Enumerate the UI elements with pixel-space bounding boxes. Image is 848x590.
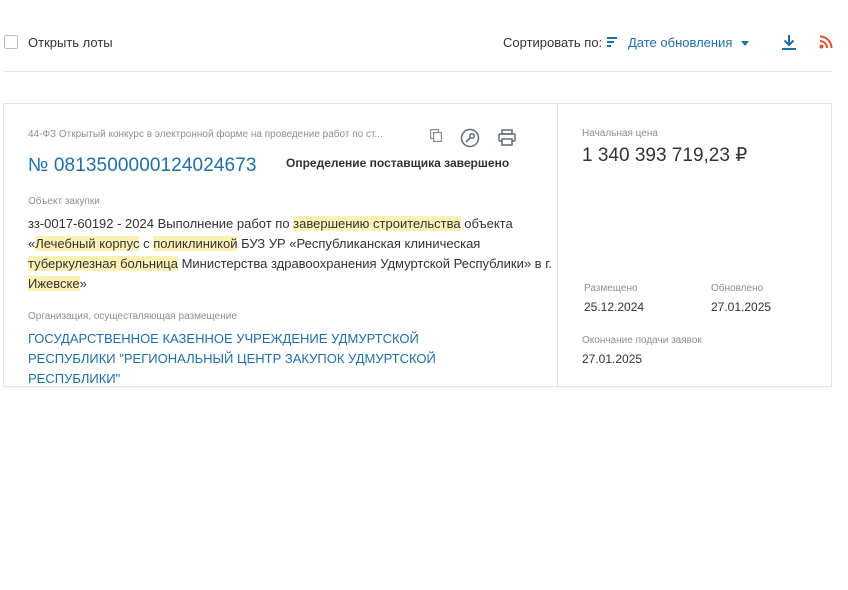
sort-label: Сортировать по:: [503, 35, 603, 50]
open-lots-checkbox[interactable]: [4, 35, 18, 49]
deadline-label: Окончание подачи заявок: [582, 335, 702, 346]
search-highlight: завершению строительства: [293, 216, 461, 231]
status-text: Определение поставщика завершено: [286, 156, 510, 170]
organization-link[interactable]: ГОСУДАРСТВЕННОЕ КАЗЕННОЕ УЧРЕЖДЕНИЕ УДМУ…: [28, 329, 508, 389]
key-icon[interactable]: [460, 128, 480, 148]
updated-date: 27.01.2025: [711, 300, 772, 314]
open-lots-label[interactable]: Открыть лоты: [28, 35, 113, 50]
chevron-down-icon[interactable]: [741, 41, 749, 46]
printer-icon[interactable]: [498, 129, 516, 146]
deadline-date: 27.01.2025: [582, 352, 643, 366]
search-highlight: поликлиникой: [153, 236, 238, 251]
card-divider: [557, 104, 558, 386]
results-toolbar: Открыть лоты Сортировать по: Дате обновл…: [0, 0, 848, 72]
placed-label: Размещено: [584, 283, 638, 294]
sort-dropdown[interactable]: Дате обновления: [628, 35, 732, 50]
price-value: 1 340 393 719,23 ₽: [582, 145, 748, 166]
object-label: Объект закупки: [28, 196, 100, 207]
download-icon[interactable]: [781, 34, 797, 51]
procurement-card: 44-ФЗ Открытый конкурс в электронной фор…: [3, 103, 832, 387]
search-highlight: Ижевске: [28, 276, 80, 291]
organization-label: Организация, осуществляющая размещение: [28, 311, 237, 322]
sort-lines-icon[interactable]: [607, 37, 617, 47]
procurement-type: 44-ФЗ Открытый конкурс в электронной фор…: [28, 129, 383, 140]
placed-date: 25.12.2024: [584, 300, 645, 314]
copy-icon[interactable]: [430, 129, 442, 142]
updated-label: Обновлено: [711, 283, 764, 294]
price-label: Начальная цена: [582, 128, 658, 139]
registry-number-link[interactable]: № 0813500000124024673: [28, 155, 257, 177]
rss-icon[interactable]: [819, 35, 833, 49]
search-highlight: туберкулезная больница: [28, 256, 178, 271]
toolbar-divider: [4, 71, 832, 72]
search-highlight: Лечебный корпус: [35, 236, 140, 251]
object-description: зз-0017-60192 - 2024 Выполнение работ по…: [28, 216, 552, 291]
